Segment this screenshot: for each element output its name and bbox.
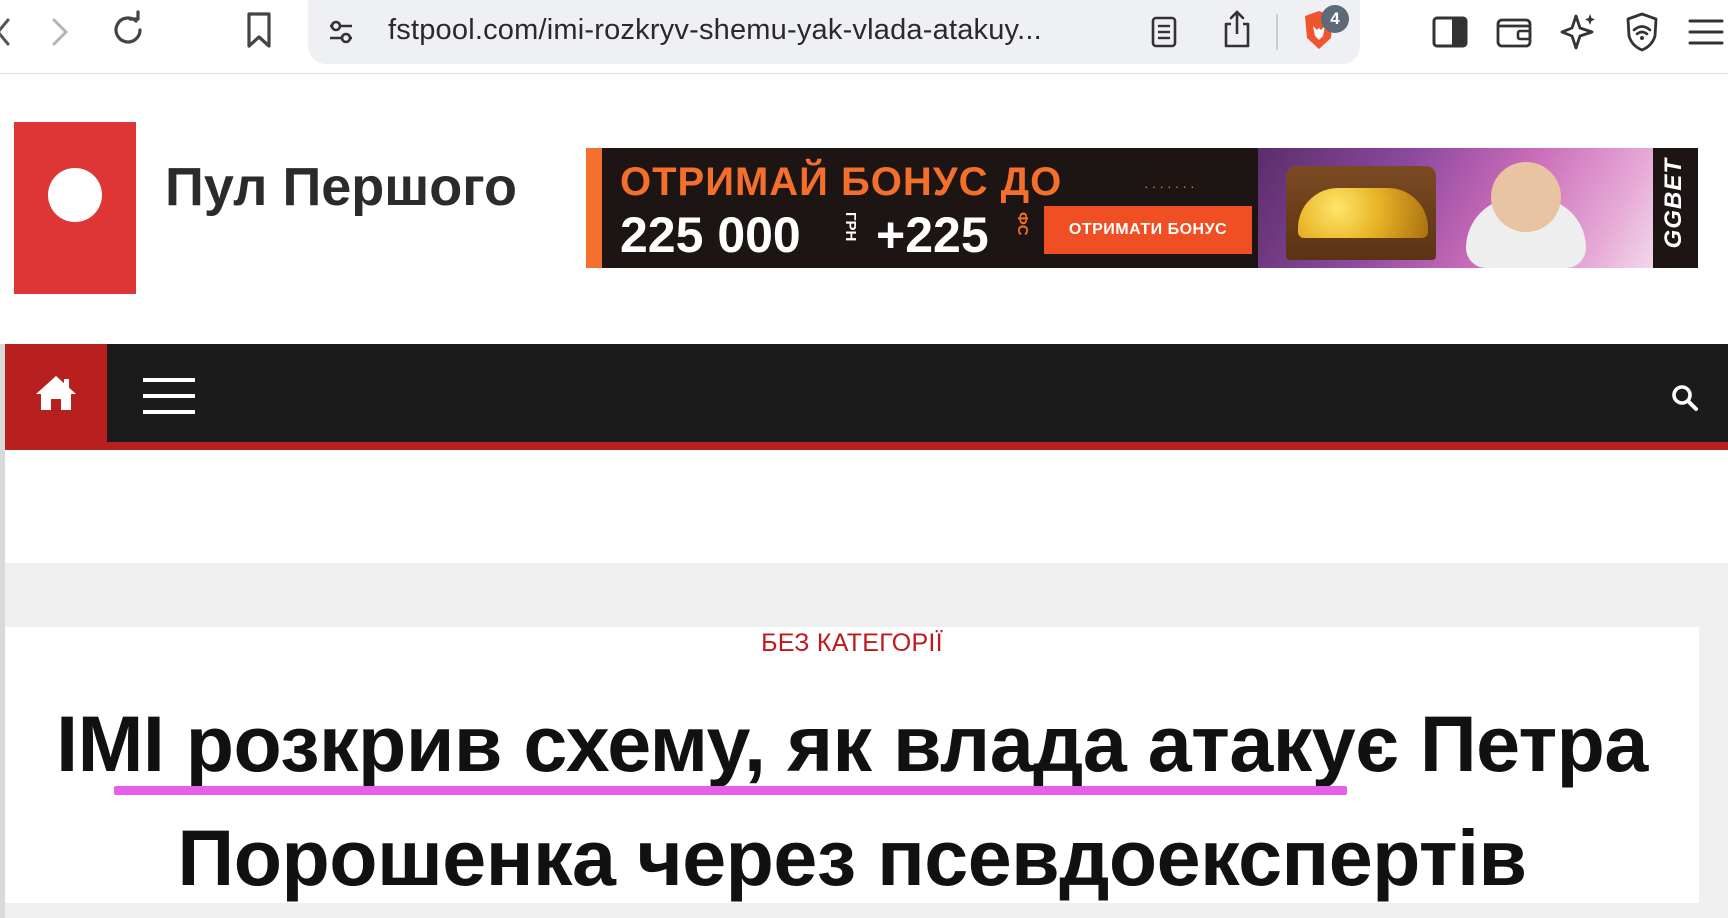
ad-edge [586,148,602,268]
hamburger-line [143,378,195,382]
url-divider [1276,14,1278,50]
search-button[interactable] [1665,378,1705,418]
site-logo[interactable] [14,122,136,294]
ad-free-spins: ФС [1014,212,1031,236]
article-category[interactable]: БЕЗ КАТЕГОРІЇ [5,629,1699,658]
search-icon [1672,385,1698,411]
url-text[interactable]: fstpool.com/imi-rozkryv-shemu-yak-vlada-… [388,14,1042,47]
ad-currency: ГРН [842,212,859,242]
ad-plus-value: +225 [876,207,989,263]
forward-icon[interactable] [48,14,72,50]
reload-icon[interactable] [108,10,148,50]
bookmark-icon[interactable] [242,10,276,50]
ad-gold-coins [1298,188,1428,238]
site-settings-icon[interactable] [326,14,356,50]
home-button[interactable] [5,344,107,442]
hamburger-line [143,394,195,398]
vpn-icon[interactable] [1622,10,1662,54]
main-nav [5,344,1728,450]
home-icon [36,376,76,410]
site-name[interactable]: Пул Першого [165,156,517,218]
article-header: БЕЗ КАТЕГОРІЇ IMI розкрив схему, як влад… [5,627,1699,903]
ad-zeus-head [1491,162,1561,232]
ad-cta-button[interactable]: ОТРИМАТИ БОНУС [1044,206,1252,254]
text-highlight-underline [114,786,1347,795]
site-header: Пул Першого ОТРИМАЙ БОНУС ДО ······· 225… [0,74,1728,344]
sidebar-icon[interactable] [1430,12,1470,52]
leo-ai-icon[interactable] [1558,10,1598,52]
wallet-icon[interactable] [1494,12,1534,52]
hamburger-menu-button[interactable] [143,378,195,418]
article-title: IMI розкрив схему, як влада атакує Петра… [56,699,1648,902]
back-icon[interactable] [0,14,14,50]
menu-icon[interactable] [1686,12,1726,52]
ad-amount: 225 000 [620,207,801,263]
hamburger-line [143,410,195,414]
share-icon[interactable] [1220,8,1254,50]
shields-count-badge: 4 [1321,5,1349,33]
ad-banner[interactable]: ОТРИМАЙ БОНУС ДО ······· 225 000 ГРН +22… [586,148,1698,268]
browser-toolbar: fstpool.com/imi-rozkryv-shemu-yak-vlada-… [0,0,1728,74]
logo-dot [48,168,102,222]
address-bar[interactable]: fstpool.com/imi-rozkryv-shemu-yak-vlada-… [308,0,1360,64]
ad-dots: ······· [1144,178,1198,194]
reader-mode-icon[interactable] [1148,12,1180,52]
ad-headline: ОТРИМАЙ БОНУС ДО [620,160,1063,204]
ad-brand-logo: GGBET [1660,158,1687,249]
